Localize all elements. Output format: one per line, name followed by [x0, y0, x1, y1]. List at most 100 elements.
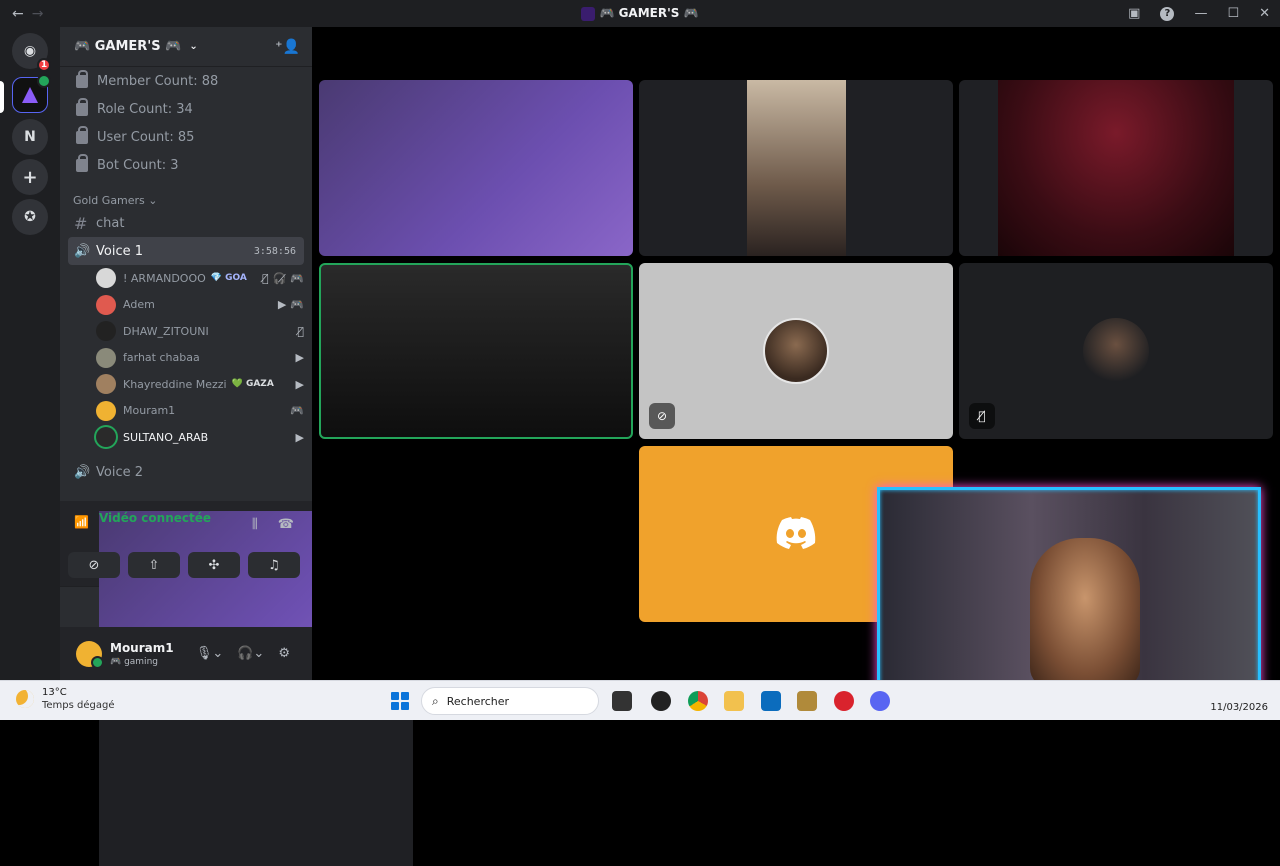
add-server-button[interactable]: + [12, 159, 48, 195]
username[interactable]: Mouram1 [110, 641, 174, 655]
window-controls: ▣ ? — ☐ ✕ [1128, 0, 1270, 27]
camera-icon: ▶ [295, 430, 304, 444]
avatar [96, 400, 116, 421]
moon-icon [16, 690, 34, 708]
user-avatar[interactable] [76, 640, 104, 669]
signal-icon[interactable]: 📶 [74, 515, 89, 529]
discord-logo-icon [776, 517, 816, 549]
camera-off-icon: ⊘ [649, 403, 675, 429]
voice-active-icon [37, 74, 51, 88]
taskbar-search[interactable]: ⌕ Rechercher [421, 687, 599, 715]
server-mini-icon [581, 6, 596, 21]
weather-desc: Temps dégagé [42, 700, 115, 711]
inbox-icon[interactable]: ▣ [1128, 6, 1140, 21]
microphone-icon[interactable]: 🎙⌄ [196, 646, 223, 661]
maximize-button[interactable]: ☐ [1227, 6, 1239, 21]
invite-people-icon[interactable]: ⁺👤 [275, 39, 300, 55]
app-icon[interactable] [834, 691, 854, 711]
webcam-overlay [877, 487, 1261, 700]
video-tile-speaking[interactable] [319, 263, 633, 439]
task-view-icon[interactable] [612, 691, 632, 711]
discord-taskbar-icon[interactable] [870, 691, 890, 711]
close-button[interactable]: ✕ [1259, 6, 1270, 21]
avatar [96, 427, 116, 448]
avatar [96, 347, 116, 368]
soundboard-button[interactable]: ♫ [248, 552, 300, 578]
stat-channel-roles[interactable]: Role Count: 34 [60, 95, 312, 123]
hash-icon: # [74, 213, 88, 233]
activity-icon: 🎮 [290, 298, 304, 312]
speaker-icon: 🔊 [74, 465, 91, 480]
voice-user[interactable]: ! ARMANDOOO 💎 GOA 🎙̸ 🎧̸ 🎮 [96, 265, 304, 292]
video-tile[interactable] [959, 80, 1273, 256]
video-tile[interactable] [639, 80, 953, 256]
game-icon[interactable] [797, 691, 817, 711]
lock-icon [76, 97, 88, 116]
camera-icon: ▶ [295, 351, 304, 365]
discover-button[interactable]: ✪ [12, 199, 48, 235]
server-list: ◉ 1 N + ✪ [0, 27, 60, 680]
stat-channel-members[interactable]: Member Count: 88 [60, 67, 312, 95]
app-icon[interactable] [651, 691, 671, 711]
video-tile-avatar[interactable]: 🎙̸ [959, 263, 1273, 439]
selected-server-indicator [0, 81, 4, 113]
title-bar: ← → 🎮 GAMER'S 🎮 ▣ ? — ☐ ✕ [0, 0, 1280, 27]
avatar [96, 374, 116, 395]
video-tile-avatar[interactable]: ⊘ [639, 263, 953, 439]
channel-sidebar: 🎮 GAMER'S 🎮 ⌄ ⁺👤 Member Count: 88 Role C… [60, 27, 413, 866]
avatar [96, 268, 116, 289]
video-feed [747, 80, 846, 256]
server-logo-icon [22, 87, 38, 103]
deafened-icon: 🎧̸ [272, 271, 287, 285]
video-feed [998, 80, 1234, 256]
chevron-down-icon: ⌄ [189, 41, 198, 52]
stat-channel-bots[interactable]: Bot Count: 3 [60, 151, 312, 179]
avatar [96, 294, 116, 315]
stat-channel-users[interactable]: User Count: 85 [60, 123, 312, 151]
chrome-icon[interactable] [688, 691, 708, 711]
camera-off-button[interactable]: ⊘ [68, 552, 120, 578]
text-channel-chat[interactable]: # chat [68, 209, 304, 237]
voice-channel-voice-1[interactable]: 🔊 Voice 1 3:58:56 [68, 237, 304, 265]
voice-user[interactable]: Khayreddine Mezzi 💚 GAZA ▶ [96, 371, 304, 398]
weather-widget[interactable]: 13°C Temps dégagé [16, 687, 115, 711]
video-tile[interactable] [319, 80, 633, 256]
category-gold-gamers[interactable]: Gold Gamers ⌄ [60, 183, 312, 209]
avatar [763, 318, 829, 384]
windows-start-icon[interactable] [391, 692, 409, 710]
disconnect-icon[interactable]: ☎ [278, 517, 294, 532]
settings-gear-icon[interactable]: ⚙ [278, 646, 290, 661]
headphones-icon[interactable]: 🎧⌄ [237, 646, 264, 661]
activity-icon: 🎮 [290, 271, 304, 285]
search-icon: ⌕ [432, 693, 439, 708]
screen-share-button[interactable]: ⇧ [128, 552, 180, 578]
discord-logo-icon: ◉ [23, 43, 37, 59]
minimize-button[interactable]: — [1194, 6, 1207, 21]
activities-button[interactable]: ✣ [188, 552, 240, 578]
voice-user[interactable]: SULTANO_ARAB ▶ [96, 424, 304, 451]
server-gamers[interactable] [12, 74, 51, 113]
forward-arrow-icon[interactable]: → [32, 6, 44, 22]
windows-taskbar: 13°C Temps dégagé ⌕ Rechercher 11/03/202… [0, 680, 1280, 720]
streamer-face [1030, 538, 1140, 688]
noise-suppression-icon[interactable]: ⫼ [252, 517, 258, 532]
guild-name: 🎮 GAMER'S 🎮 [74, 39, 182, 54]
camera-icon: ▶ [277, 298, 287, 312]
temperature: 13°C [42, 687, 67, 698]
user-activity: 🎮 gaming [110, 656, 158, 667]
back-arrow-icon[interactable]: ← [12, 6, 24, 22]
store-icon[interactable] [761, 691, 781, 711]
voice-user[interactable]: DHAW_ZITOUNI 🎙̸ [96, 318, 304, 345]
camera-icon: ▶ [295, 377, 304, 391]
direct-messages-button[interactable]: ◉ 1 [12, 33, 51, 72]
avatar [96, 321, 116, 342]
file-explorer-icon[interactable] [724, 691, 744, 711]
mic-muted-icon: 🎙̸ [297, 324, 304, 338]
help-icon[interactable]: ? [1160, 6, 1175, 21]
voice-channel-voice-2[interactable]: 🔊 Voice 2 [68, 459, 304, 487]
voice-user[interactable]: Mouram1 🎮 [96, 398, 304, 425]
voice-user[interactable]: farhat chabaa ▶ [96, 345, 304, 372]
voice-user[interactable]: Adem ▶ 🎮 [96, 292, 304, 319]
guild-header[interactable]: 🎮 GAMER'S 🎮 ⌄ ⁺👤 [60, 27, 312, 67]
server-n[interactable]: N [12, 119, 48, 155]
